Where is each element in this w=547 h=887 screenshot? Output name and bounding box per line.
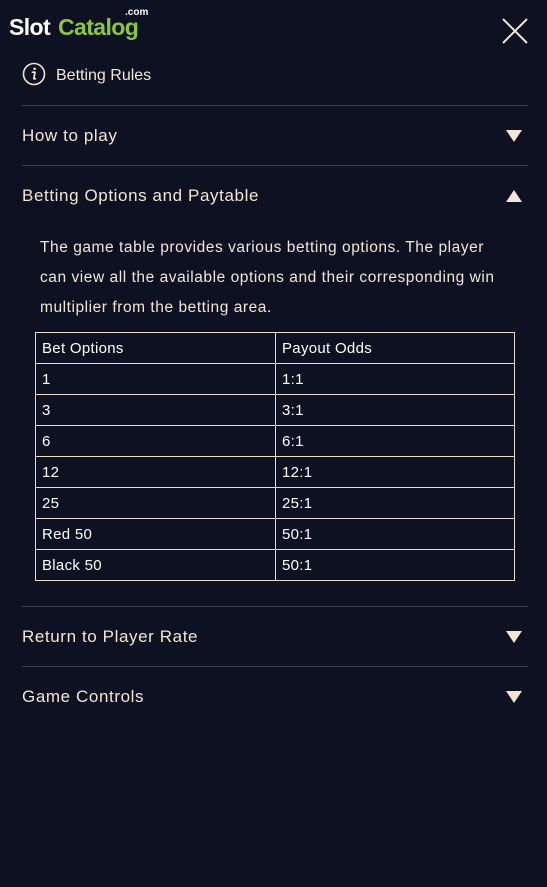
bet-option-cell: 1 [35, 363, 276, 395]
column-header: Payout Odds [275, 332, 515, 364]
column-header: Bet Options [35, 332, 276, 364]
payout-odds-cell: 6:1 [275, 425, 515, 457]
table-row: 12 12:1 [35, 456, 515, 488]
logo-com-text: .com [125, 7, 149, 18]
section-label: Return to Player Rate [22, 627, 199, 646]
section-label: Game Controls [22, 687, 145, 706]
section-label: How to play [22, 126, 118, 145]
table-row: Black 50 50:1 [35, 549, 515, 581]
table-row: 3 3:1 [35, 394, 515, 426]
section-how-to-play[interactable]: How to play [22, 106, 528, 166]
payout-odds-cell: 12:1 [275, 456, 515, 488]
payout-odds-cell: 3:1 [275, 394, 515, 426]
table-row: 25 25:1 [35, 487, 515, 519]
table-header-row: Bet Options Payout Odds [35, 332, 515, 364]
section-betting-options[interactable]: Betting Options and Paytable [22, 166, 528, 226]
bet-option-cell: 3 [35, 394, 276, 426]
payout-odds-cell: 25:1 [275, 487, 515, 519]
close-button[interactable] [500, 16, 530, 46]
chevron-down-icon [506, 691, 522, 703]
chevron-down-icon [506, 130, 522, 142]
betting-description: The game table provides various betting … [40, 239, 495, 316]
logo-slot-text: Slot [9, 14, 51, 40]
page-title: Betting Rules [56, 67, 152, 84]
section-return-to-player-rate[interactable]: Return to Player Rate [22, 607, 528, 667]
logo-catalog-text: Catalog [58, 14, 139, 40]
payout-odds-cell: 1:1 [275, 363, 515, 395]
bet-option-cell: 12 [35, 456, 276, 488]
table-row: 6 6:1 [35, 425, 515, 457]
bet-option-cell: 6 [35, 425, 276, 457]
payout-odds-cell: 50:1 [275, 549, 515, 581]
chevron-up-icon [506, 190, 522, 202]
table-row: 1 1:1 [35, 363, 515, 395]
chevron-down-icon [506, 631, 522, 643]
bet-option-cell: Red 50 [35, 518, 276, 550]
slotcatalog-logo: Slot Catalog .com [9, 6, 159, 42]
bet-option-cell: 25 [35, 487, 276, 519]
bet-option-cell: Black 50 [35, 549, 276, 581]
paytable: Bet Options Payout Odds 1 1:1 3 3:1 6 6:… [35, 332, 515, 581]
payout-odds-cell: 50:1 [275, 518, 515, 550]
betting-rules-header: Betting Rules [22, 61, 151, 87]
section-game-controls[interactable]: Game Controls [22, 667, 528, 727]
table-row: Red 50 50:1 [35, 518, 515, 550]
info-icon [22, 62, 46, 86]
section-label: Betting Options and Paytable [22, 186, 260, 205]
close-icon [502, 18, 528, 44]
